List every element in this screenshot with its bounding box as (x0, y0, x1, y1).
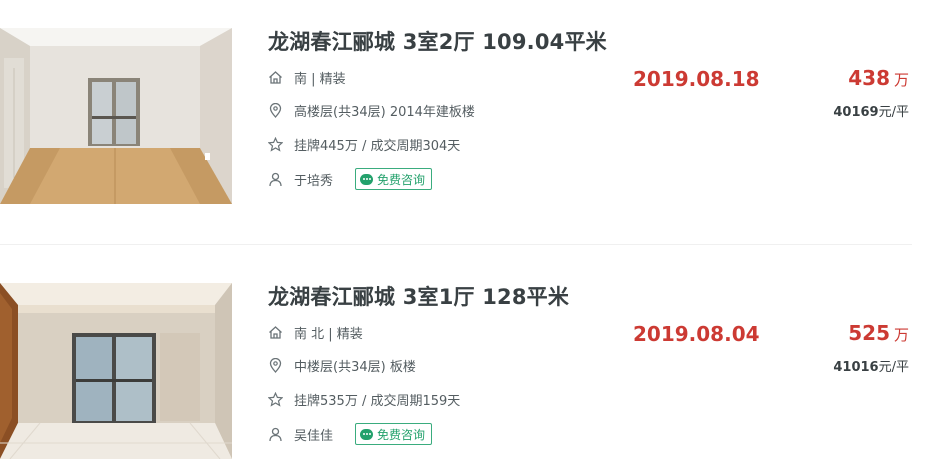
deal-cycle-text: 挂牌445万 / 成交周期304天 (294, 138, 461, 154)
house-info-text: 南 | 精装 (294, 71, 346, 87)
star-icon (268, 391, 284, 407)
position-info: 高楼层(共34层) 2014年建板楼 (268, 100, 475, 120)
unit-price-suffix: 元/平 (878, 105, 909, 120)
unit-price: 41016元/平 (833, 356, 909, 375)
house-info: 南 北 | 精装 (268, 322, 363, 342)
total-price-unit: 万 (893, 326, 909, 344)
listing-title[interactable]: 龙湖春江郦城 3室2厅 109.04平米 (268, 26, 607, 56)
deal-cycle-text: 挂牌535万 / 成交周期159天 (294, 393, 461, 409)
unit-price-number: 41016 (833, 360, 879, 375)
house-icon (268, 324, 284, 340)
position-info: 中楼层(共34层) 板楼 (268, 355, 416, 375)
chat-bubble-icon (360, 428, 374, 440)
listing-photo[interactable] (0, 283, 232, 459)
total-price: 525 万 (848, 321, 909, 345)
unit-price-suffix: 元/平 (878, 360, 909, 375)
agent-name[interactable]: 于培秀 (294, 170, 333, 189)
agent-info: 吴佳佳 免费咨询 (268, 423, 433, 445)
free-consult-button[interactable]: 免费咨询 (355, 423, 433, 445)
star-icon (268, 136, 284, 152)
listing-divider (0, 244, 912, 245)
person-icon (268, 426, 284, 442)
total-price-number: 525 (848, 321, 890, 345)
location-pin-icon (268, 357, 284, 373)
location-pin-icon (268, 102, 284, 118)
house-icon (268, 69, 284, 85)
house-info-text: 南 北 | 精装 (294, 326, 363, 342)
listing-title[interactable]: 龙湖春江郦城 3室1厅 128平米 (268, 281, 569, 311)
total-price-unit: 万 (893, 71, 909, 89)
free-consult-label: 免费咨询 (377, 172, 426, 187)
free-consult-label: 免费咨询 (377, 427, 426, 442)
person-icon (268, 171, 284, 187)
deal-cycle-info: 挂牌445万 / 成交周期304天 (268, 134, 460, 154)
unit-price-number: 40169 (833, 105, 879, 120)
position-info-text: 中楼层(共34层) 板楼 (294, 359, 416, 375)
listing-photo[interactable] (0, 28, 232, 204)
free-consult-button[interactable]: 免费咨询 (355, 168, 433, 190)
listing-item[interactable]: 龙湖春江郦城 3室1厅 128平米 南 北 | 精装 中楼层(共34层) 板楼 … (0, 283, 929, 463)
agent-name[interactable]: 吴佳佳 (294, 425, 333, 444)
house-info: 南 | 精装 (268, 67, 346, 87)
agent-info: 于培秀 免费咨询 (268, 168, 433, 190)
deal-date: 2019.08.18 (633, 67, 760, 91)
position-info-text: 高楼层(共34层) 2014年建板楼 (294, 104, 475, 120)
listing-item[interactable]: 龙湖春江郦城 3室2厅 109.04平米 南 | 精装 高楼层(共34层) 20… (0, 28, 929, 208)
unit-price: 40169元/平 (833, 101, 909, 120)
chat-bubble-icon (360, 173, 374, 185)
total-price-number: 438 (848, 66, 890, 90)
total-price: 438 万 (848, 66, 909, 90)
deal-date: 2019.08.04 (633, 322, 760, 346)
deal-cycle-info: 挂牌535万 / 成交周期159天 (268, 389, 460, 409)
